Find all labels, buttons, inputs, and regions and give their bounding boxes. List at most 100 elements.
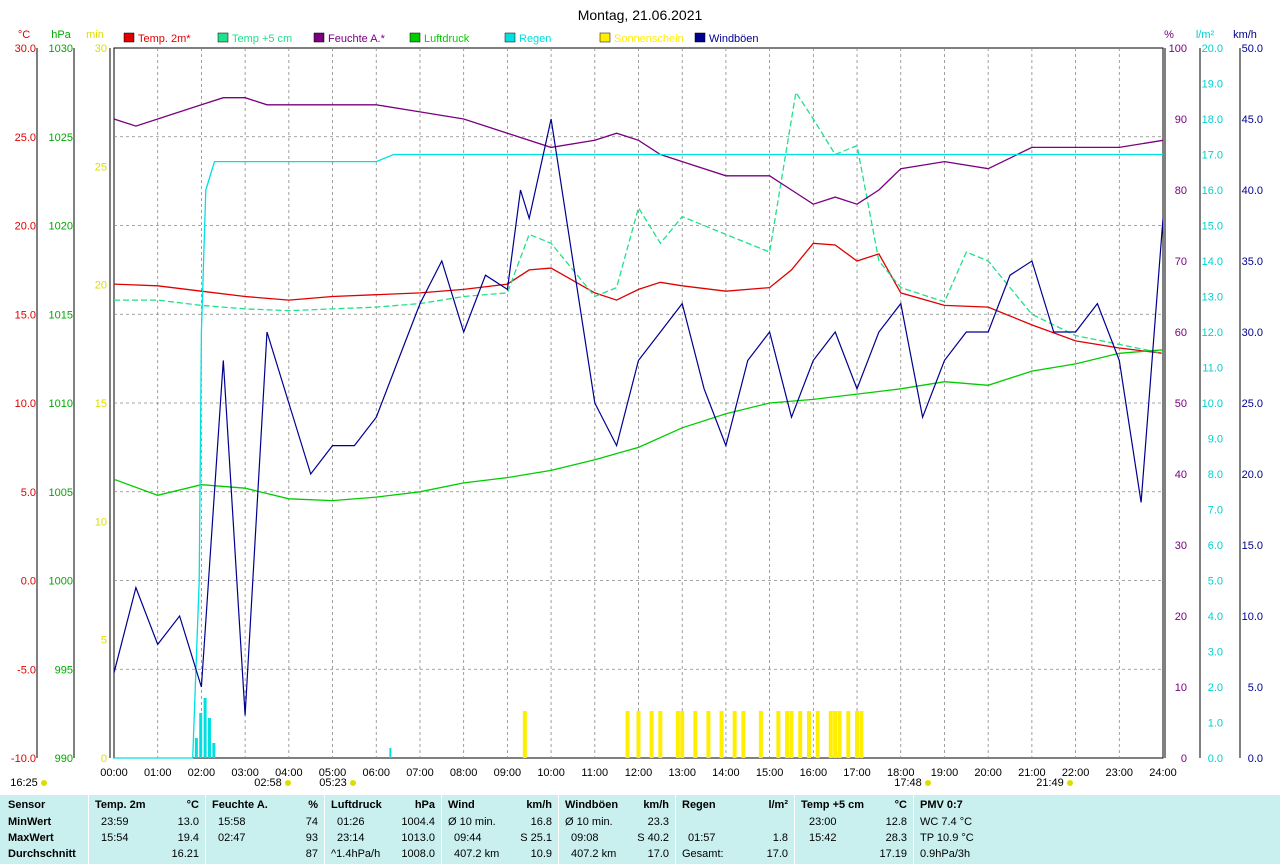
- right-axis-tick-label: 45.0: [1242, 114, 1263, 126]
- sunshine-bar: [636, 711, 641, 758]
- right-axis-tick-label: 17.0: [1202, 150, 1223, 162]
- right-axis-tick-label: 5.0: [1248, 682, 1263, 694]
- right-axis-tick-label: 15.0: [1242, 540, 1263, 552]
- left-axis-tick-label: 15: [95, 398, 107, 410]
- x-axis-tick-label: 24:00: [1149, 767, 1177, 779]
- stats-unit-wind: km/h: [526, 799, 552, 811]
- right-axis-tick-label: 0.0: [1208, 753, 1223, 765]
- stat-value: 15:54: [101, 832, 129, 844]
- stat-value: 17.0: [647, 848, 669, 860]
- statistics-panel: Sensor MinWert MaxWert Durchschnitt Temp…: [0, 795, 1280, 864]
- x-axis-tick-label: 08:00: [450, 767, 478, 779]
- stats-header-humidity: Feuchte A.: [212, 799, 268, 811]
- stat-value: 09:44: [454, 832, 482, 844]
- stats-unit-temp2m: °C: [186, 799, 199, 811]
- stat-value: 23:14: [337, 832, 365, 844]
- right-axis-tick-label: 19.0: [1202, 79, 1223, 91]
- x-axis-tick-label: 13:00: [668, 767, 696, 779]
- sunshine-bar: [649, 711, 654, 758]
- sunshine-bar: [680, 711, 685, 758]
- sunshine-bar: [789, 711, 794, 758]
- stat-value: 1004.4: [401, 816, 435, 828]
- stat-value: 17.19: [879, 848, 907, 860]
- left-axis-tick-label: 5.0: [21, 487, 36, 499]
- right-axis-tick-label: 20.0: [1202, 43, 1223, 55]
- stat-value: 01:26: [337, 816, 365, 828]
- stat-value: 74: [305, 816, 318, 828]
- x-axis-tick-label: 19:00: [931, 767, 959, 779]
- x-axis-tick-label: 09:00: [494, 767, 522, 779]
- stat-value: ^1.4hPa/h: [331, 848, 381, 860]
- stats-col-temp2m: Temp. 2m °C 23:59 13.0 15:54 19.4 16.21: [95, 795, 205, 864]
- stats-col-pmv: PMV 0:7 WC 7.4 °C TP 10.9 °C 0.9hPa/3h: [920, 795, 1040, 864]
- left-axis-tick-label: 15.0: [15, 309, 36, 321]
- event-time-label: 21:49: [1036, 777, 1064, 789]
- right-axis-tick-label: 30.0: [1242, 327, 1263, 339]
- left-axis-tick-label: 0.0: [21, 576, 36, 588]
- left-axis-unit: °C: [18, 29, 30, 41]
- x-axis-tick-label: 10:00: [537, 767, 565, 779]
- stat-value: S 40.2: [637, 832, 669, 844]
- stats-label-min: MinWert: [8, 816, 52, 828]
- left-axis-tick-label: 1030: [49, 43, 73, 55]
- right-axis-tick-label: 10: [1175, 682, 1187, 694]
- stats-unit-temp5cm: °C: [894, 799, 907, 811]
- right-axis-tick-label: 90: [1175, 114, 1187, 126]
- left-axis-tick-label: 20: [95, 280, 107, 292]
- right-axis-tick-label: 13.0: [1202, 292, 1223, 304]
- left-axis-unit: min: [86, 29, 104, 41]
- legend-swatch: [313, 32, 325, 43]
- sunshine-bar: [798, 711, 803, 758]
- stats-header-pmv: PMV 0:7: [920, 799, 963, 811]
- right-axis-tick-label: 4.0: [1208, 611, 1223, 623]
- stat-value: WC 7.4 °C: [920, 816, 973, 828]
- stat-value: 1.8: [772, 832, 788, 844]
- right-axis-tick-label: 7.0: [1208, 505, 1223, 517]
- left-axis-tick-label: 0: [101, 753, 107, 765]
- stats-unit-humidity: %: [308, 799, 318, 811]
- right-axis-tick-label: 18.0: [1202, 114, 1223, 126]
- right-axis-tick-label: 35.0: [1242, 256, 1263, 268]
- left-axis-unit: hPa: [51, 29, 71, 41]
- left-axes: °C 30.0 25.0 20.0 15.0 10.0 5.0 0.0 -5.0 -10.0 hPa…: [11, 29, 111, 765]
- sunshine-bar: [522, 711, 527, 758]
- right-axis-tick-label: 0.0: [1248, 753, 1263, 765]
- stats-unit-gusts: km/h: [643, 799, 669, 811]
- stat-value: 23:59: [101, 816, 129, 828]
- stats-unit-rain: l/m²: [768, 799, 788, 811]
- stat-value: 1013.0: [401, 832, 435, 844]
- twilight-icon: [925, 780, 931, 786]
- right-axis-tick-label: 11.0: [1202, 363, 1223, 375]
- stat-value: 02:47: [218, 832, 246, 844]
- x-axis-tick-label: 00:00: [100, 767, 128, 779]
- stats-unit-pressure: hPa: [414, 799, 435, 811]
- stat-value: 16.21: [171, 848, 199, 860]
- legend-label: Sonnenschein: [614, 33, 684, 45]
- rain-bar: [194, 738, 198, 758]
- stat-value: Ø 10 min.: [565, 816, 613, 828]
- stats-col-wind: Wind km/h Ø 10 min. 16.8 09:44 S 25.1 407.2…: [448, 795, 558, 864]
- sunset-icon: [1067, 780, 1073, 786]
- event-time-label: 17:48: [894, 777, 922, 789]
- left-axis-tick-label: 1010: [49, 398, 73, 410]
- legend-swatch: [409, 32, 421, 43]
- stat-value: 10.9: [530, 848, 552, 860]
- stats-header-wind: Wind: [448, 799, 475, 811]
- left-axis-tick-label: 25.0: [15, 132, 36, 144]
- legend-label: Windböen: [709, 33, 759, 45]
- legend-swatch: [123, 32, 135, 43]
- legend-label: Temp +5 cm: [232, 33, 292, 45]
- right-axis-tick-label: 9.0: [1208, 434, 1223, 446]
- right-axis-tick-label: 0: [1181, 753, 1187, 765]
- stat-value: 407.2 km: [454, 848, 500, 860]
- right-axis-tick-label: 100: [1169, 43, 1187, 55]
- x-axis-tick-label: 20:00: [974, 767, 1002, 779]
- stat-value: 16.8: [530, 816, 552, 828]
- x-axis-tick-label: 16:00: [800, 767, 828, 779]
- moonrise-icon: [41, 780, 47, 786]
- left-axis-tick-label: 1005: [49, 487, 73, 499]
- sunshine-bar: [806, 711, 811, 758]
- x-axis-tick-label: 02:00: [188, 767, 216, 779]
- right-axis-tick-label: 10.0: [1242, 611, 1263, 623]
- stats-header-sensor: Sensor: [8, 799, 46, 811]
